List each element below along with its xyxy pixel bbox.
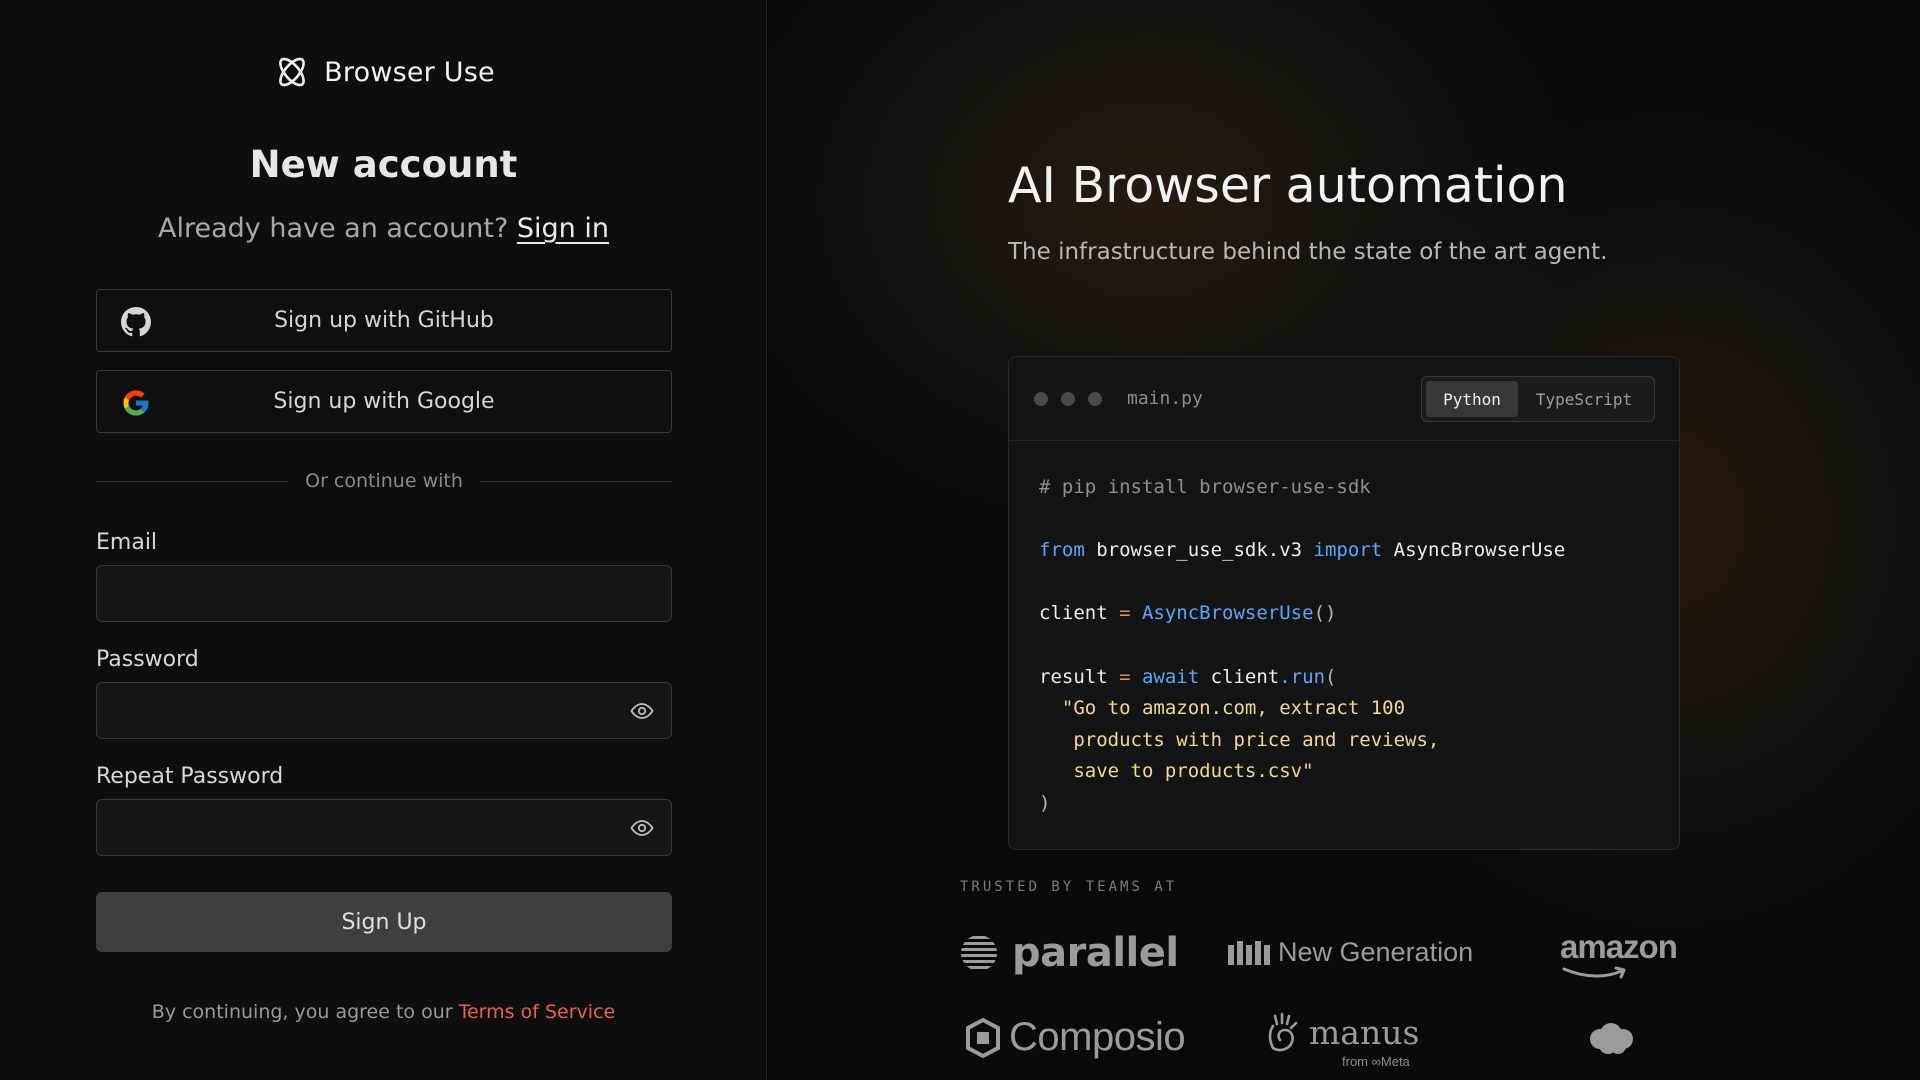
google-button-label: Sign up with Google xyxy=(273,389,495,414)
show-password-eye-icon[interactable] xyxy=(629,699,655,723)
code-keyword: await xyxy=(1130,665,1200,688)
github-button-label: Sign up with GitHub xyxy=(274,308,494,333)
brand-name: Browser Use xyxy=(324,56,495,88)
divider-text: Or continue with xyxy=(305,470,463,492)
terms-of-service-link[interactable]: Terms of Service xyxy=(459,1001,616,1023)
tab-typescript[interactable]: TypeScript xyxy=(1518,381,1650,417)
google-icon xyxy=(123,390,149,416)
amazon-smile-icon xyxy=(1562,966,1626,979)
code-operator: = xyxy=(1119,665,1131,688)
code-comment: # pip install browser-use-sdk xyxy=(1039,476,1371,498)
repeat-password-field[interactable] xyxy=(97,800,671,855)
code-operator: = xyxy=(1119,602,1131,625)
trusted-by-label: TRUSTED BY TEAMS AT xyxy=(960,879,1178,895)
window-dot-icon xyxy=(1061,392,1075,406)
code-variable: client xyxy=(1199,665,1280,688)
manus-from-meta: from ∞Meta xyxy=(1342,1054,1410,1069)
window-dot-icon xyxy=(1088,392,1102,406)
hero-title: AI Browser automation xyxy=(1008,157,1568,214)
code-filename: main.py xyxy=(1127,388,1203,409)
manus-hand-icon xyxy=(1268,1012,1298,1052)
divider-line-right xyxy=(478,480,672,482)
code-parens: ) xyxy=(1039,791,1051,814)
email-field[interactable] xyxy=(97,566,671,621)
manus-wordmark: manus xyxy=(1309,1012,1420,1052)
code-string: save to products.csv" xyxy=(1039,760,1314,783)
password-field[interactable] xyxy=(97,683,671,738)
browser-use-logo-icon xyxy=(279,57,306,87)
salesforce-cloud-icon xyxy=(1590,1023,1633,1054)
github-icon xyxy=(121,307,151,337)
page-title: New account xyxy=(249,143,518,186)
code-import-name: AsyncBrowserUse xyxy=(1382,539,1566,562)
show-repeat-password-eye-icon[interactable] xyxy=(629,816,655,840)
marketing-panel: AI Browser automation The infrastructure… xyxy=(768,0,1920,1080)
email-field-wrapper xyxy=(96,565,672,622)
manus-logo: manus xyxy=(1265,1012,1419,1052)
brand-header[interactable]: Browser Use xyxy=(0,52,767,92)
password-field-wrapper xyxy=(96,682,672,739)
google-signup-button[interactable]: Sign up with Google xyxy=(96,370,672,433)
new-generation-logo: New Generation xyxy=(1228,937,1473,968)
code-method: .run xyxy=(1279,665,1326,688)
divider-line-left xyxy=(96,480,290,482)
amazon-wordmark: amazon xyxy=(1560,928,1678,965)
hero-subtitle: The infrastructure behind the state of t… xyxy=(1008,239,1608,265)
code-sample-card: main.py Python TypeScript # pip install … xyxy=(1008,356,1680,850)
code-string: "Go to amazon.com, extract 100 xyxy=(1039,697,1406,720)
code-string: products with price and reviews, xyxy=(1039,728,1440,751)
already-have-account: Already have an account? Sign in xyxy=(0,213,767,244)
code-parens: ( xyxy=(1325,665,1337,688)
password-label: Password xyxy=(96,647,199,672)
repeat-password-field-wrapper xyxy=(96,799,672,856)
composio-logo: Composio xyxy=(965,1015,1186,1060)
sign-in-link[interactable]: Sign in xyxy=(517,213,609,244)
code-keyword: from xyxy=(1039,539,1085,562)
amazon-logo: amazon xyxy=(1560,928,1678,980)
repeat-password-label: Repeat Password xyxy=(96,764,284,789)
parallel-logo: parallel xyxy=(960,930,1179,976)
code-card-header: main.py Python TypeScript xyxy=(1009,357,1679,441)
code-variable: client xyxy=(1039,602,1120,625)
code-constructor: AsyncBrowserUse xyxy=(1130,602,1314,625)
terms-prefix: By continuing, you agree to our xyxy=(151,1001,453,1023)
tab-python[interactable]: Python xyxy=(1426,381,1518,417)
already-text: Already have an account? xyxy=(158,213,509,244)
parallel-wordmark: parallel xyxy=(1012,930,1179,976)
sign-up-button[interactable]: Sign Up xyxy=(96,892,672,952)
composio-mark-icon xyxy=(966,1017,1000,1058)
salesforce-logo xyxy=(1586,1022,1636,1056)
code-keyword: import xyxy=(1313,539,1383,562)
new-generation-wordmark: New Generation xyxy=(1278,937,1474,967)
email-label: Email xyxy=(96,530,158,555)
code-parens: () xyxy=(1313,602,1337,625)
code-block: # pip install browser-use-sdk from brows… xyxy=(1039,472,1659,820)
parallel-mark-icon xyxy=(961,936,997,969)
new-generation-mark-icon xyxy=(1228,940,1270,965)
window-dot-icon xyxy=(1034,392,1048,406)
composio-wordmark: Composio xyxy=(1009,1015,1186,1059)
code-module: browser_use_sdk.v3 xyxy=(1084,539,1314,562)
terms-notice: By continuing, you agree to our Terms of… xyxy=(0,1001,767,1023)
github-signup-button[interactable]: Sign up with GitHub xyxy=(96,289,672,352)
or-divider: Or continue with xyxy=(96,469,672,493)
signup-panel: Browser Use New account Already have an … xyxy=(0,0,767,1080)
language-tabs: Python TypeScript xyxy=(1421,376,1655,422)
code-variable: result xyxy=(1039,665,1120,688)
